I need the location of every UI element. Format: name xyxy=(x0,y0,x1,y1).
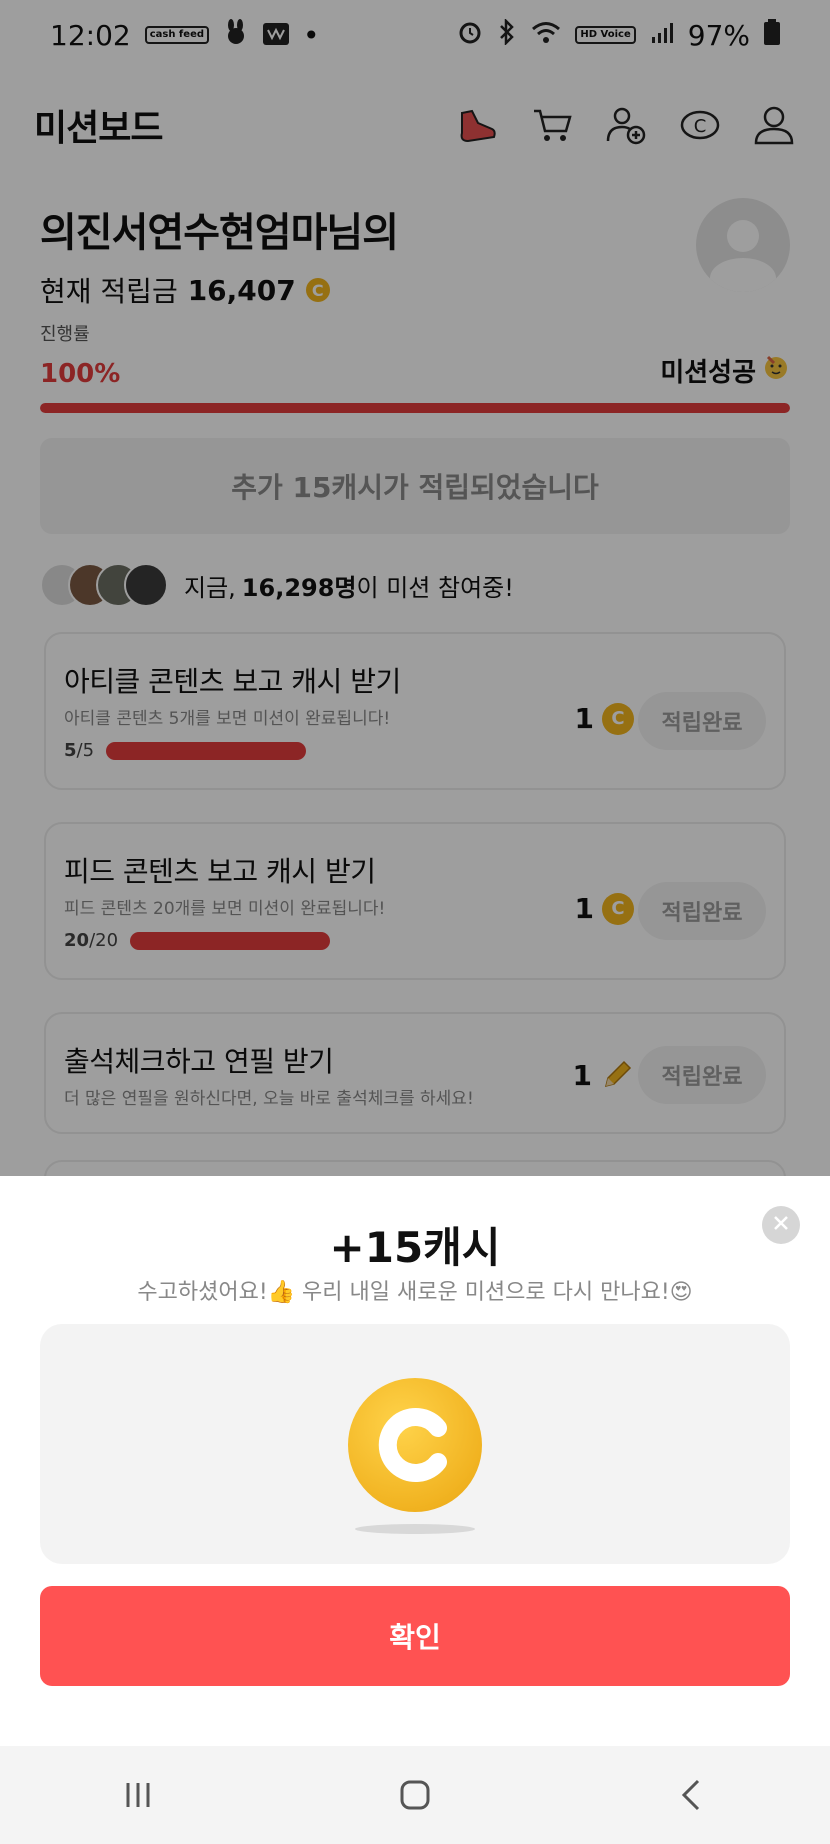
confirm-button[interactable]: 확인 xyxy=(40,1586,790,1686)
modal-backdrop[interactable] xyxy=(0,0,830,1176)
back-icon[interactable] xyxy=(662,1765,722,1825)
close-button[interactable] xyxy=(762,1206,800,1244)
coin-panel xyxy=(40,1324,790,1564)
system-nav-bar xyxy=(0,1746,830,1844)
big-coin-icon xyxy=(348,1378,482,1512)
close-icon xyxy=(772,1214,790,1236)
sheet-subtitle: 수고하셨어요!👍 우리 내일 새로운 미션으로 다시 만나요!😍 xyxy=(137,1280,693,1305)
coin-shadow xyxy=(355,1524,475,1534)
home-icon[interactable] xyxy=(385,1765,445,1825)
reward-bottom-sheet: +15캐시 수고하셨어요!👍 우리 내일 새로운 미션으로 다시 만나요!😍 확… xyxy=(0,1176,830,1746)
sheet-title: +15캐시 xyxy=(329,1223,501,1272)
recent-apps-icon[interactable] xyxy=(108,1765,168,1825)
